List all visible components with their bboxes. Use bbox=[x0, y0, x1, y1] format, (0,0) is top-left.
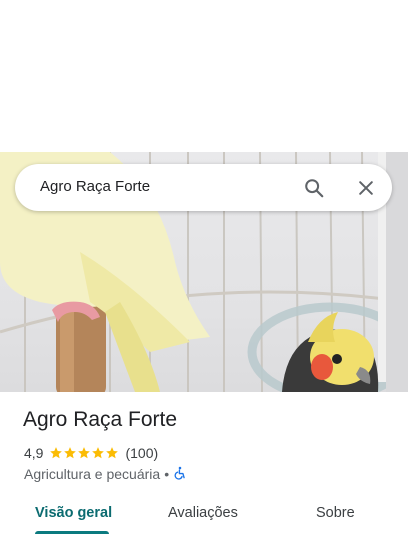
search-bar[interactable]: Agro Raça Forte bbox=[15, 164, 392, 211]
star-icon bbox=[78, 447, 91, 459]
star-rating bbox=[49, 446, 119, 460]
star-icon bbox=[106, 447, 119, 459]
review-count[interactable]: (100) bbox=[125, 445, 158, 461]
star-icon bbox=[64, 447, 77, 459]
place-title: Agro Raça Forte bbox=[23, 408, 178, 431]
rating-value: 4,9 bbox=[24, 445, 44, 461]
place-category: Agricultura e pecuária bbox=[24, 466, 161, 482]
tab-about[interactable]: Sobre bbox=[316, 505, 355, 521]
tab-bar: Visão geral Avaliações Sobre bbox=[0, 496, 408, 536]
category-row: Agricultura e pecuária • bbox=[24, 465, 187, 483]
search-input[interactable]: Agro Raça Forte bbox=[40, 178, 150, 195]
star-icon bbox=[50, 447, 63, 459]
blank-area bbox=[0, 0, 408, 152]
tab-overview[interactable]: Visão geral bbox=[35, 505, 112, 521]
active-tab-indicator bbox=[35, 531, 109, 534]
tab-reviews[interactable]: Avaliações bbox=[168, 505, 238, 521]
separator-dot: • bbox=[164, 466, 170, 482]
rating-row[interactable]: 4,9 (100) bbox=[24, 444, 158, 462]
wheelchair-icon[interactable] bbox=[173, 466, 187, 483]
star-icon bbox=[92, 447, 105, 459]
close-icon[interactable] bbox=[353, 175, 379, 201]
search-icon[interactable] bbox=[301, 175, 327, 201]
